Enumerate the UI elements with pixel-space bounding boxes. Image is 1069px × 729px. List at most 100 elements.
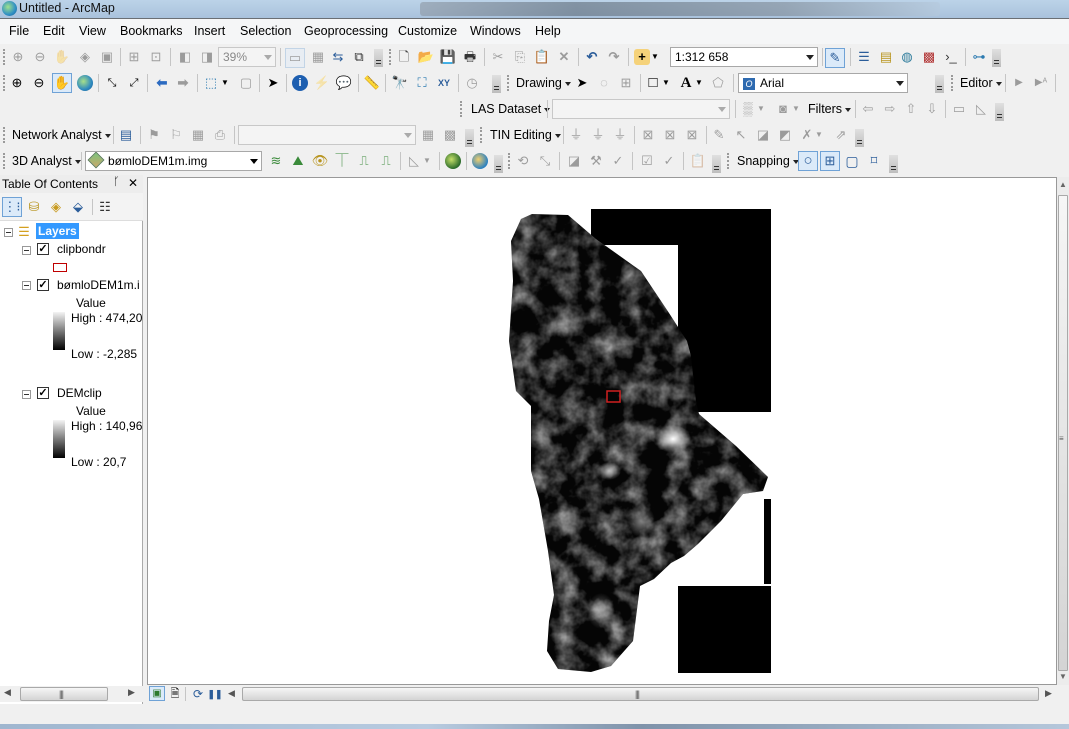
- interpolate-polygon-icon[interactable]: ⎍: [378, 153, 394, 169]
- edit-tool-icon[interactable]: ▶: [1011, 75, 1027, 91]
- contour-icon[interactable]: ≋: [268, 153, 284, 169]
- line-of-sight-icon[interactable]: 👁: [312, 153, 329, 169]
- select-features-dropdown-icon[interactable]: ▼: [221, 75, 229, 91]
- delete-icon[interactable]: ✕: [556, 49, 572, 65]
- move-tin-node-icon[interactable]: ↖: [733, 127, 749, 143]
- layout-pan-icon[interactable]: ✋: [54, 49, 70, 65]
- focus-data-frame-icon[interactable]: ▦: [310, 49, 326, 65]
- menu-customize[interactable]: Customize: [398, 24, 457, 38]
- map-vertical-scrollbar[interactable]: ▲ ≡ ▼: [1057, 177, 1069, 685]
- data-driven-pages-icon[interactable]: ⧉: [351, 49, 367, 65]
- build-network-icon[interactable]: ▦: [190, 127, 206, 143]
- list-by-drawing-order-icon[interactable]: ⋮⁝: [2, 197, 22, 217]
- refresh-icon[interactable]: ⟳: [190, 686, 206, 702]
- delete-tin-edge-icon[interactable]: ⊠: [662, 127, 678, 143]
- 3d-analyst-menu[interactable]: 3D Analyst: [12, 154, 81, 168]
- error-inspector-icon[interactable]: ☑: [639, 153, 655, 169]
- scroll-down-icon[interactable]: ▼: [1059, 672, 1067, 681]
- arrow-up-icon[interactable]: ⇧: [903, 101, 919, 117]
- scrollbar-thumb[interactable]: ≡: [1058, 195, 1068, 671]
- directions-window-icon[interactable]: ⎙: [212, 127, 228, 143]
- end-snapping-icon[interactable]: ⊞: [820, 151, 840, 171]
- network-analysis-layer-combo[interactable]: [238, 125, 416, 145]
- rotate-icon[interactable]: ◌: [596, 75, 612, 91]
- select-move-location-icon[interactable]: ⚐: [168, 127, 184, 143]
- new-document-icon[interactable]: 🗋: [396, 49, 412, 65]
- go-back-icon[interactable]: ⬅: [154, 75, 170, 91]
- print-icon[interactable]: 🖶: [462, 49, 478, 65]
- hyperlink-icon[interactable]: ⚡: [314, 75, 330, 91]
- select-elements-icon[interactable]: ➤: [265, 75, 281, 91]
- zoom-out-icon[interactable]: ⊖: [31, 75, 47, 91]
- fix-topology-icon[interactable]: ⚒: [588, 153, 604, 169]
- add-tin-polygon-icon[interactable]: ⏚: [612, 127, 628, 143]
- delete-tin-triangle-icon[interactable]: ⊠: [684, 127, 700, 143]
- close-icon[interactable]: ✕: [128, 176, 138, 190]
- arctoolbox-icon[interactable]: ▩: [921, 49, 937, 65]
- open-folder-icon[interactable]: 📂: [418, 49, 434, 65]
- table-of-contents-window-icon[interactable]: ☰: [856, 49, 872, 65]
- validate-topology-icon[interactable]: ◪: [566, 153, 582, 169]
- go-to-xy-icon[interactable]: XY: [436, 75, 452, 91]
- layer-expander[interactable]: [22, 246, 31, 255]
- go-back-extent-icon[interactable]: ◧: [177, 49, 193, 65]
- toggle-draft-mode-icon[interactable]: ▭: [285, 48, 305, 68]
- drawing-select-icon[interactable]: ➤: [574, 75, 590, 91]
- swap-tin-edge-icon[interactable]: ◪: [755, 127, 771, 143]
- layout-view-icon[interactable]: 🗎: [167, 686, 183, 702]
- clipboard-icon[interactable]: 📋: [690, 153, 706, 169]
- go-forward-icon[interactable]: ➡: [175, 75, 191, 91]
- layer-name-clipbondr[interactable]: clipbondr: [57, 242, 106, 256]
- toolbar-overflow-button[interactable]: [374, 49, 383, 67]
- toolbar-overflow-button[interactable]: [492, 75, 501, 93]
- tin-editing-menu[interactable]: TIN Editing: [490, 128, 561, 142]
- scrollbar-thumb[interactable]: |||: [242, 687, 1039, 701]
- toolbar-overflow-button[interactable]: [855, 129, 864, 147]
- menu-bookmarks[interactable]: Bookmarks: [120, 24, 183, 38]
- add-data-dropdown-icon[interactable]: ▼: [651, 49, 659, 65]
- edge-snapping-icon[interactable]: ⌑: [866, 153, 882, 169]
- add-data-icon[interactable]: +: [634, 49, 650, 65]
- arcglobe-icon[interactable]: [472, 153, 488, 169]
- las-point-dropdown-icon[interactable]: ▼: [757, 101, 765, 117]
- scroll-right-icon[interactable]: ▶: [1045, 688, 1052, 699]
- topology-shared-icon[interactable]: ⤡: [537, 153, 553, 169]
- 3d-view-icon[interactable]: ◺: [973, 101, 989, 117]
- layout-zoom-out-icon[interactable]: ⊖: [32, 49, 48, 65]
- change-layout-icon[interactable]: ⇆: [330, 49, 346, 65]
- tin-delete-icon[interactable]: ✗: [799, 127, 815, 143]
- toolbar-overflow-button[interactable]: [494, 155, 503, 173]
- cut-icon[interactable]: ✂: [490, 49, 506, 65]
- arcscene-icon[interactable]: [445, 153, 461, 169]
- select-features-icon[interactable]: ⬚: [203, 75, 219, 91]
- find-route-icon[interactable]: ⛶: [414, 75, 430, 91]
- find-icon[interactable]: 🔭: [392, 75, 408, 91]
- create-network-location-icon[interactable]: ⚑: [146, 127, 162, 143]
- layer-expander[interactable]: [22, 281, 31, 290]
- scroll-left-icon[interactable]: ◀: [4, 687, 11, 698]
- toolbar-overflow-button[interactable]: [992, 49, 1001, 67]
- zoom-100-percent-icon[interactable]: ▣: [99, 49, 115, 65]
- font-name-combo[interactable]: O Arial: [738, 73, 908, 93]
- las-surface-dropdown-icon[interactable]: ▼: [792, 101, 800, 117]
- profile-view-icon[interactable]: ▭: [951, 101, 967, 117]
- editor-menu[interactable]: Editor: [960, 76, 1002, 90]
- catalog-window-icon[interactable]: ▤: [878, 49, 894, 65]
- menu-help[interactable]: Help: [535, 24, 561, 38]
- python-window-icon[interactable]: ›_: [943, 49, 959, 65]
- identify-icon[interactable]: i: [292, 75, 308, 91]
- scroll-up-icon[interactable]: ▲: [1059, 180, 1067, 189]
- layer-visibility-checkbox[interactable]: ✓: [37, 387, 49, 399]
- vertex-snapping-icon[interactable]: ▢: [844, 153, 860, 169]
- full-extent-icon[interactable]: [77, 75, 93, 91]
- menu-view[interactable]: View: [79, 24, 106, 38]
- clear-selection-icon[interactable]: ▢: [238, 75, 254, 91]
- menu-selection[interactable]: Selection: [240, 24, 291, 38]
- edit-vertices-icon[interactable]: ⬠: [710, 75, 726, 91]
- fixed-zoom-out-icon[interactable]: ⊡: [148, 49, 164, 65]
- time-slider-icon[interactable]: ◷: [464, 75, 480, 91]
- network-analyst-menu[interactable]: Network Analyst: [12, 128, 111, 142]
- edit-annotation-icon[interactable]: ▶ᴬ: [1033, 75, 1049, 91]
- tin-triangle-icon[interactable]: ◩: [777, 127, 793, 143]
- measure-icon[interactable]: 📏: [364, 75, 380, 91]
